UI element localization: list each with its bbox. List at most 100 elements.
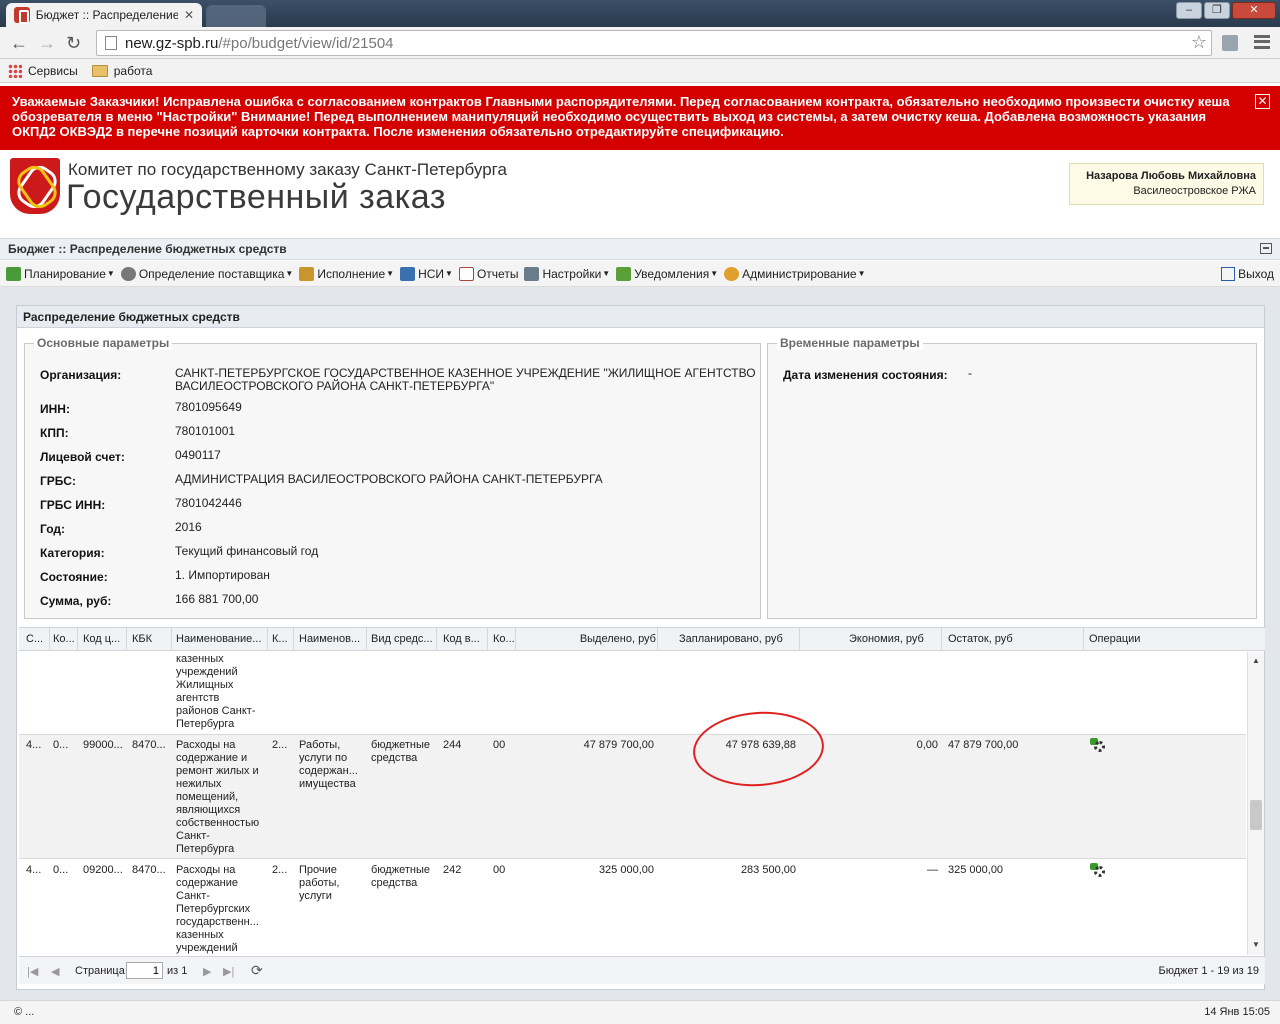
cell-line: помещений,: [176, 791, 239, 803]
field-value-state: 1. Импортирован: [175, 568, 270, 582]
cell-line: Санкт-: [176, 890, 210, 902]
cell-allocated: 47 879 700,00: [583, 739, 654, 751]
grid-scrollbar[interactable]: ▲ ▼: [1247, 652, 1264, 955]
briefcase-icon: [299, 266, 315, 281]
col-header[interactable]: Ко...: [493, 633, 515, 645]
page-number-input[interactable]: [126, 962, 163, 979]
col-header[interactable]: Запланировано, руб: [679, 633, 799, 645]
cell-line: учреждений: [176, 666, 238, 678]
cell-rest: 47 879 700,00: [948, 739, 1019, 751]
window-close-icon[interactable]: ✕: [1232, 2, 1276, 19]
operations-gear-icon[interactable]: [1090, 863, 1106, 877]
extension-icon[interactable]: [1222, 35, 1238, 51]
dropdown-arrow-icon: ▼: [710, 269, 719, 278]
main-params-legend: Основные параметры: [34, 336, 173, 350]
cell: 2...: [272, 864, 288, 876]
scroll-up-icon[interactable]: ▲: [1252, 656, 1260, 665]
page-title-text: Бюджет :: Распределение бюджетных средст…: [8, 242, 287, 256]
field-value-grbs: АДМИНИСТРАЦИЯ ВАСИЛЕОСТРОВСКОГО РАЙОНА С…: [175, 472, 603, 486]
bookmark-apps[interactable]: Сервисы: [8, 63, 78, 78]
col-header[interactable]: К...: [272, 633, 294, 645]
col-header[interactable]: Наименов...: [299, 633, 365, 645]
menu-label: Отчеты: [476, 266, 519, 281]
grid-header: С... Ко... Код ц... КБК Наименование... …: [19, 627, 1265, 651]
col-header[interactable]: КБК: [132, 633, 168, 645]
cell-line: Расходы на: [176, 739, 236, 751]
cell-vid: бюджетные средства: [371, 864, 430, 890]
col-header[interactable]: Экономия, руб: [849, 633, 939, 645]
field-value-grbs-inn: 7801042446: [175, 496, 242, 510]
browser-toolbar: ← → ↻ new.gz-spb.ru/#po/budget/view/id/2…: [0, 27, 1280, 59]
col-header[interactable]: С...: [26, 633, 46, 645]
col-header[interactable]: Ко...: [53, 633, 75, 645]
prev-page-icon[interactable]: ◀: [51, 965, 59, 978]
page-of-label: из 1: [167, 965, 188, 977]
forward-icon[interactable]: →: [38, 33, 56, 53]
cell: 99000...: [83, 739, 123, 751]
menu-nsi[interactable]: НСИ ▼: [400, 266, 453, 281]
last-page-icon[interactable]: ▶|: [223, 965, 234, 978]
browser-tab[interactable]: Бюджет :: Распределение ✕: [6, 3, 202, 27]
banner-close-icon[interactable]: ✕: [1255, 94, 1270, 109]
cell: 09200...: [83, 864, 123, 876]
cell: 244: [443, 739, 462, 751]
refresh-icon[interactable]: ⟳: [251, 962, 263, 979]
col-header[interactable]: Наименование...: [176, 633, 266, 645]
first-page-icon[interactable]: |◀: [27, 965, 38, 978]
col-header[interactable]: Вид средс...: [371, 633, 437, 645]
cell-line: средства: [371, 752, 418, 764]
address-bar[interactable]: new.gz-spb.ru/#po/budget/view/id/21504 ☆: [96, 30, 1212, 56]
bookmark-folder-work[interactable]: работа: [91, 63, 153, 78]
browser-menu-icon[interactable]: [1254, 35, 1270, 49]
bookmark-star-icon[interactable]: ☆: [1191, 32, 1207, 53]
menu-label: Уведомления: [634, 266, 710, 281]
new-tab-button[interactable]: [206, 5, 266, 27]
reload-icon[interactable]: ↻: [66, 33, 81, 53]
cell-economy: 0,00: [916, 739, 938, 751]
budget-panel-title: Распределение бюджетных средств: [17, 306, 1264, 328]
menu-settings[interactable]: Настройки ▼: [524, 266, 610, 281]
grid-body: казенных учреждений Жилищных агентств ра…: [19, 652, 1246, 955]
cell-vid: бюджетные средства: [371, 739, 430, 765]
col-header[interactable]: Остаток, руб: [948, 633, 1038, 645]
menu-planning[interactable]: Планирование ▼: [6, 266, 115, 281]
menu-label: Исполнение: [317, 266, 386, 281]
next-page-icon[interactable]: ▶: [203, 965, 211, 978]
scroll-down-icon[interactable]: ▼: [1252, 940, 1260, 949]
bookmark-label: работа: [113, 63, 153, 78]
collapse-panel-icon[interactable]: [1260, 243, 1272, 254]
col-header[interactable]: Код в...: [443, 633, 487, 645]
notice-banner: Уважаемые Заказчики! Исправлена ошибка с…: [0, 86, 1280, 150]
cell-line: содержан...: [299, 765, 358, 777]
dropdown-arrow-icon: ▼: [857, 269, 866, 278]
back-icon[interactable]: ←: [10, 33, 28, 53]
exit-button[interactable]: Выход: [1221, 267, 1274, 281]
minimize-icon[interactable]: –: [1176, 2, 1202, 19]
cell-line: являющихся: [176, 804, 241, 816]
field-label: Категория:: [40, 546, 105, 560]
field-label: Лицевой счет:: [40, 450, 125, 464]
cell-line: имущества: [299, 778, 356, 790]
field-label: Состояние:: [40, 570, 108, 584]
operations-gear-icon[interactable]: [1090, 738, 1106, 752]
menu-admin[interactable]: Администрирование ▼: [724, 266, 866, 281]
dropdown-arrow-icon: ▼: [106, 269, 115, 278]
user-info: Назарова Любовь Михайловна Василеостровс…: [1069, 163, 1264, 205]
maximize-icon[interactable]: ❐: [1204, 2, 1230, 19]
col-header[interactable]: Код ц...: [83, 633, 123, 645]
menu-reports[interactable]: Отчеты: [458, 266, 519, 281]
site-favicon-icon: [14, 7, 30, 24]
cell-line: собственностью: [176, 817, 260, 829]
col-header[interactable]: Выделено, руб: [566, 633, 656, 645]
tab-close-icon[interactable]: ✕: [184, 8, 194, 22]
scroll-thumb[interactable]: [1250, 800, 1262, 830]
col-header[interactable]: Операции: [1089, 633, 1179, 645]
org-subtitle: Комитет по государственному заказу Санкт…: [68, 160, 507, 179]
menu-supplier[interactable]: Определение поставщика ▼: [120, 266, 293, 281]
cell-line: агентств: [176, 692, 220, 704]
cell-allocated: 325 000,00: [598, 864, 654, 876]
menu-execution[interactable]: Исполнение ▼: [299, 266, 395, 281]
menu-notifications[interactable]: Уведомления ▼: [616, 266, 719, 281]
url-text: new.gz-spb.ru/#po/budget/view/id/21504: [125, 35, 394, 52]
dropdown-arrow-icon: ▼: [386, 269, 395, 278]
